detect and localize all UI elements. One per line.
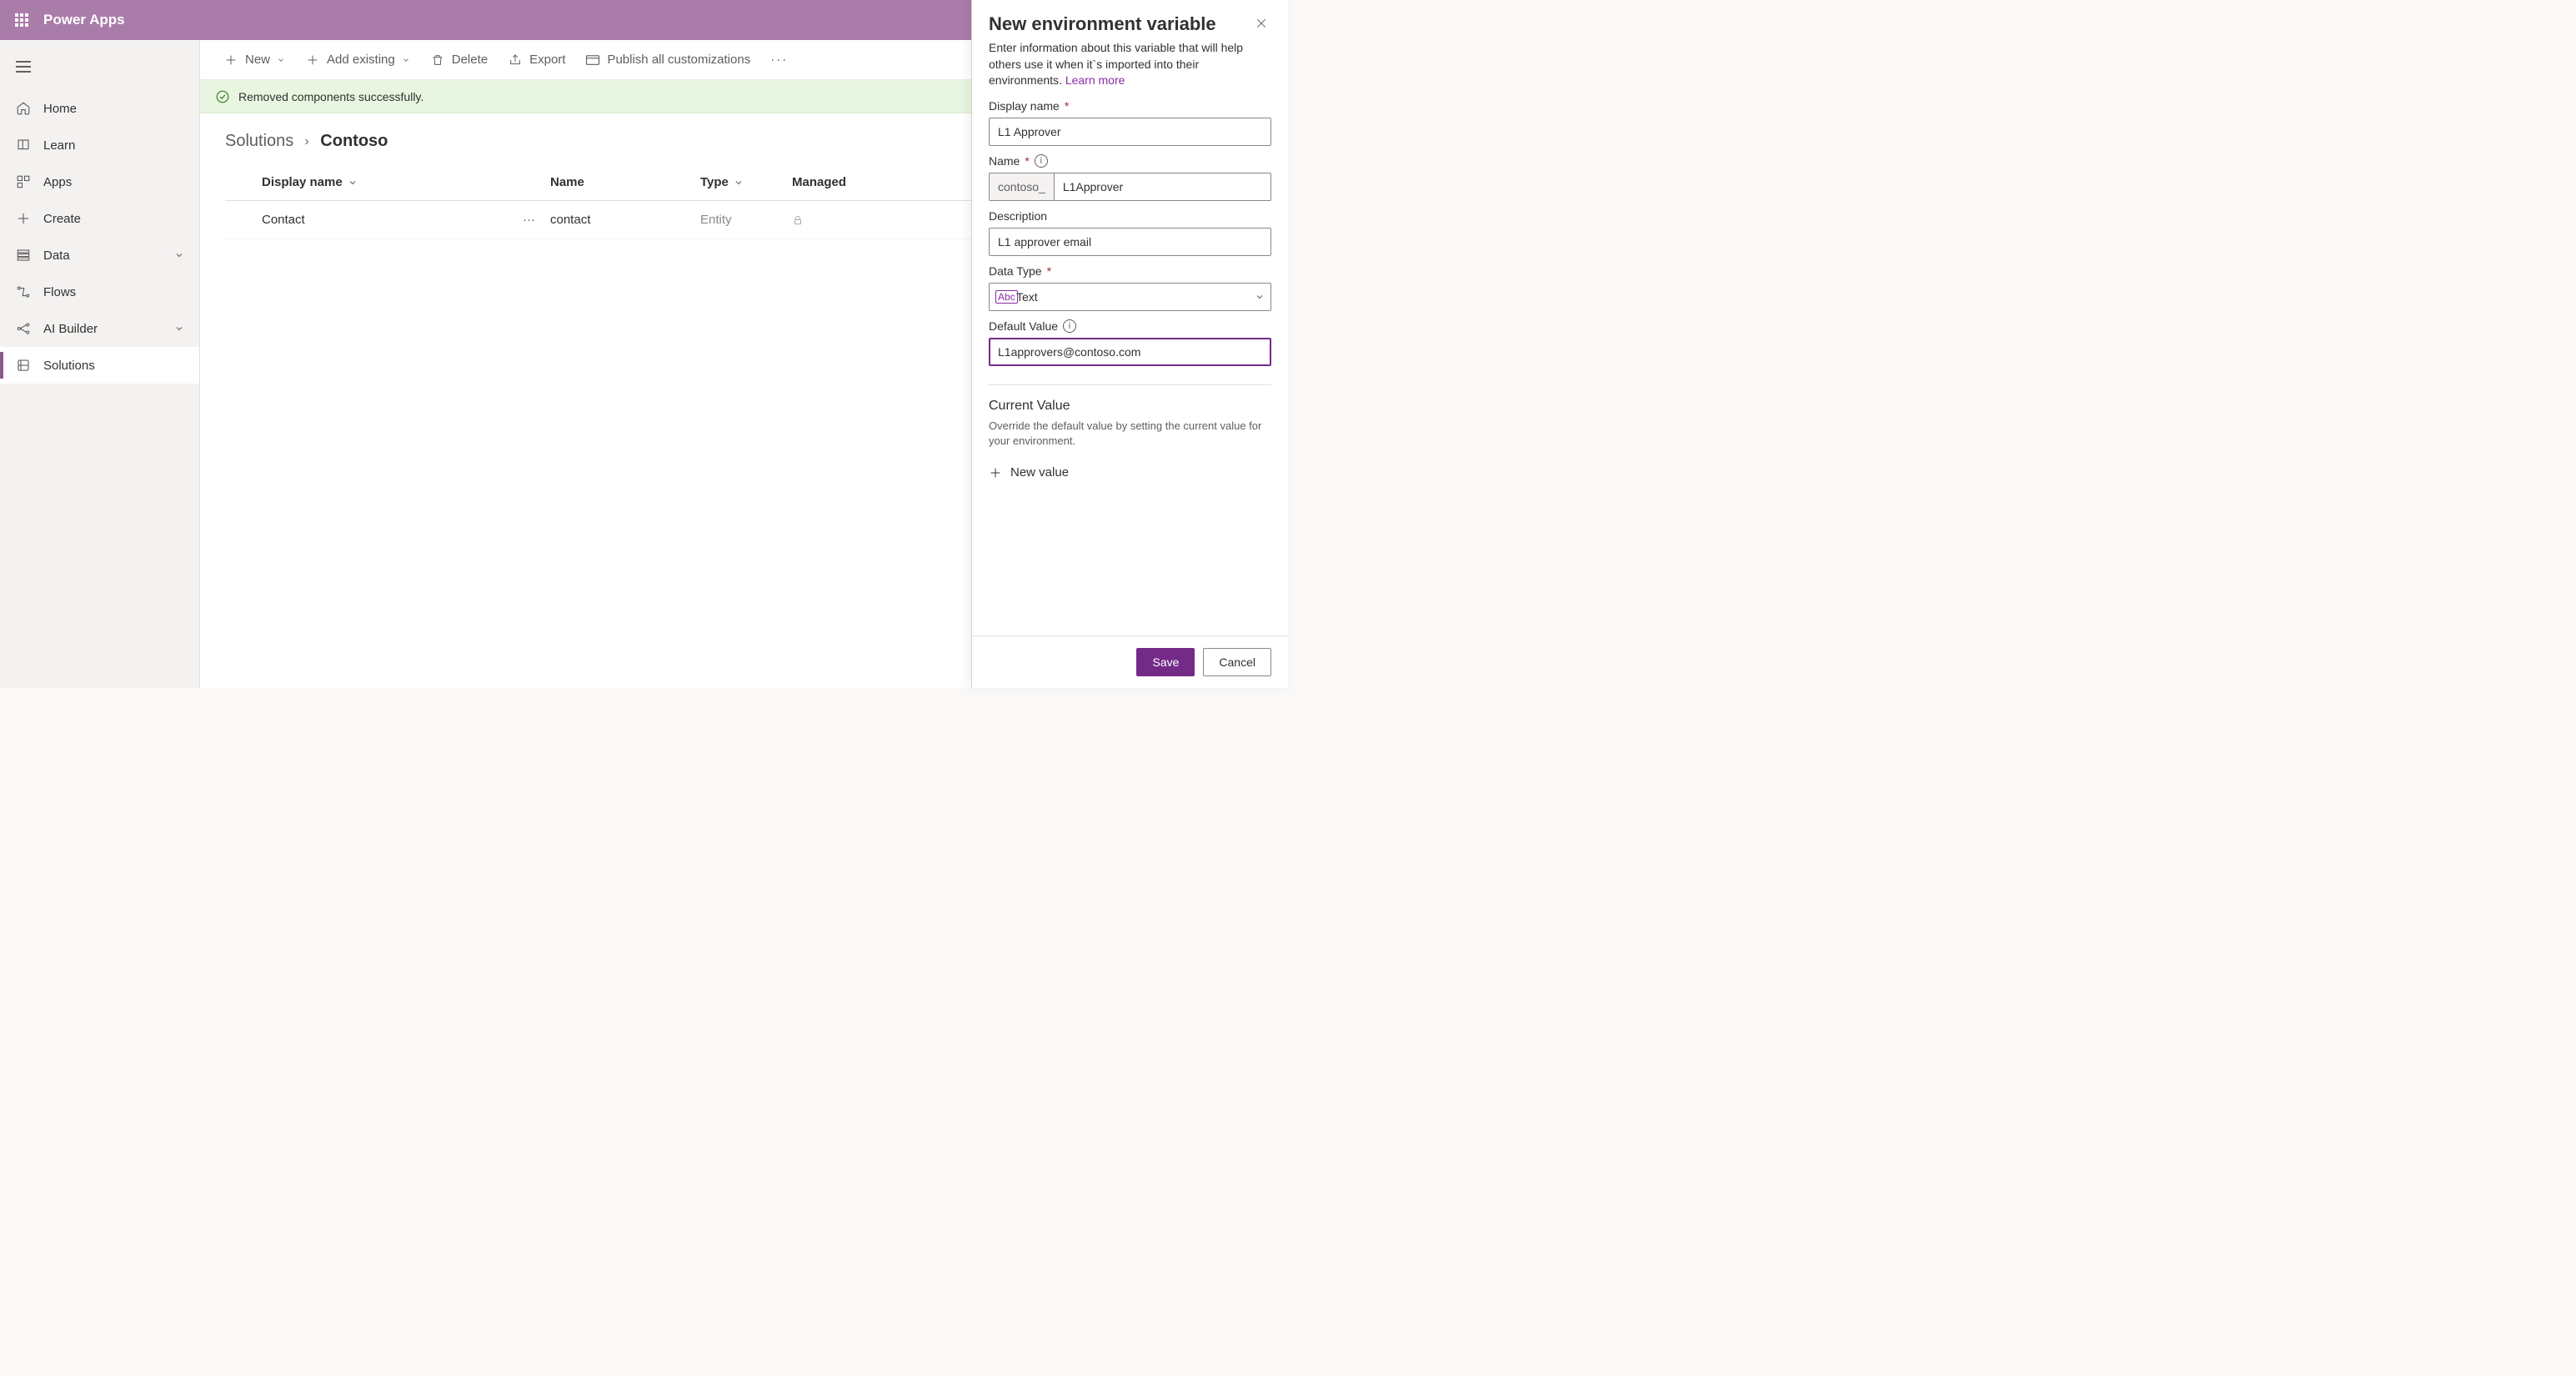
info-icon[interactable]: i (1035, 154, 1048, 168)
chevron-down-icon (734, 178, 744, 188)
column-display-name[interactable]: Display name (225, 175, 550, 189)
ai-icon (15, 320, 32, 337)
chevron-down-icon (1255, 292, 1265, 302)
plus-icon (989, 466, 1002, 480)
sidebar-item-label: Create (43, 212, 81, 226)
chevron-down-icon (174, 324, 184, 334)
sidebar-item-label: Home (43, 102, 77, 116)
new-environment-variable-panel: New environment variable Enter informati… (971, 0, 1288, 688)
data-icon (15, 247, 32, 264)
solutions-icon (15, 357, 32, 374)
current-value-description: Override the default value by setting th… (989, 419, 1271, 449)
new-button[interactable]: New (215, 48, 293, 73)
plus-icon (15, 210, 32, 227)
cell-type: Entity (700, 213, 732, 227)
info-icon[interactable]: i (1063, 319, 1076, 333)
chevron-right-icon (302, 137, 312, 147)
default-value-label: Default Value i (989, 319, 1271, 333)
collapse-nav-button[interactable] (7, 50, 40, 83)
sidebar-item-label: Solutions (43, 359, 95, 373)
cell-managed (792, 214, 884, 226)
delete-button[interactable]: Delete (422, 48, 496, 73)
lock-icon (792, 214, 884, 226)
chevron-down-icon (174, 250, 184, 260)
sidebar-item-create[interactable]: Create (0, 200, 199, 237)
sidebar-item-label: AI Builder (43, 322, 98, 336)
sidebar-item-ai-builder[interactable]: AI Builder (0, 310, 199, 347)
learn-more-link[interactable]: Learn more (1065, 73, 1125, 87)
waffle-button[interactable] (10, 8, 33, 32)
column-managed[interactable]: Managed (792, 175, 884, 189)
text-type-icon: Abc (995, 290, 1018, 304)
description-input[interactable] (989, 228, 1271, 256)
sidebar-item-label: Data (43, 249, 70, 263)
data-type-select[interactable]: Abc (989, 283, 1271, 311)
chevron-down-icon (277, 56, 285, 64)
current-value-label: Current Value (989, 399, 1271, 414)
sidebar-item-solutions[interactable]: Solutions (0, 347, 199, 384)
panel-description: Enter information about this variable th… (989, 40, 1271, 89)
data-type-label: Data Type* (989, 264, 1271, 278)
sidebar: Home Learn Apps Create Data Flows AI Bui… (0, 40, 200, 688)
plus-icon (223, 53, 238, 68)
default-value-input[interactable] (989, 338, 1271, 366)
sidebar-item-apps[interactable]: Apps (0, 163, 199, 200)
breadcrumb-current: Contoso (320, 132, 388, 151)
success-icon (215, 89, 230, 104)
add-existing-button[interactable]: Add existing (297, 48, 418, 73)
apps-icon (15, 173, 32, 190)
sidebar-item-home[interactable]: Home (0, 90, 199, 127)
chevron-down-icon (402, 56, 410, 64)
app-title: Power Apps (43, 12, 125, 28)
close-button[interactable] (1251, 13, 1271, 33)
panel-footer: Save Cancel (972, 635, 1288, 688)
divider (989, 384, 1271, 385)
sidebar-item-learn[interactable]: Learn (0, 127, 199, 163)
waffle-icon (15, 13, 28, 27)
sidebar-item-label: Flows (43, 285, 76, 299)
row-more-button[interactable]: ··· (523, 213, 535, 227)
column-name[interactable]: Name (550, 175, 700, 189)
save-button[interactable]: Save (1136, 648, 1195, 676)
name-input[interactable] (1054, 173, 1271, 201)
display-name-label: Display name* (989, 99, 1271, 113)
sidebar-item-label: Apps (43, 175, 72, 189)
chevron-down-icon (348, 178, 358, 188)
book-icon (15, 137, 32, 153)
plus-icon (305, 53, 320, 68)
export-button[interactable]: Export (499, 48, 574, 73)
cancel-button[interactable]: Cancel (1203, 648, 1271, 676)
more-icon: ··· (770, 53, 788, 67)
name-prefix: contoso_ (989, 173, 1054, 201)
column-type[interactable]: Type (700, 175, 792, 189)
sidebar-item-data[interactable]: Data (0, 237, 199, 274)
name-label: Name* i (989, 154, 1271, 168)
notification-text: Removed components successfully. (238, 90, 423, 103)
publish-icon (585, 53, 600, 68)
description-label: Description (989, 209, 1271, 223)
home-icon (15, 100, 32, 117)
export-icon (508, 53, 523, 68)
new-value-button[interactable]: New value (989, 460, 1271, 485)
panel-title: New environment variable (989, 13, 1251, 35)
cell-name: contact (550, 213, 590, 227)
more-commands-button[interactable]: ··· (762, 48, 796, 72)
flow-icon (15, 284, 32, 300)
sidebar-item-label: Learn (43, 138, 75, 153)
cell-display-name: Contact (262, 213, 305, 227)
breadcrumb-root[interactable]: Solutions (225, 132, 293, 151)
publish-button[interactable]: Publish all customizations (577, 48, 759, 73)
sidebar-item-flows[interactable]: Flows (0, 274, 199, 310)
trash-icon (430, 53, 445, 68)
display-name-input[interactable] (989, 118, 1271, 146)
